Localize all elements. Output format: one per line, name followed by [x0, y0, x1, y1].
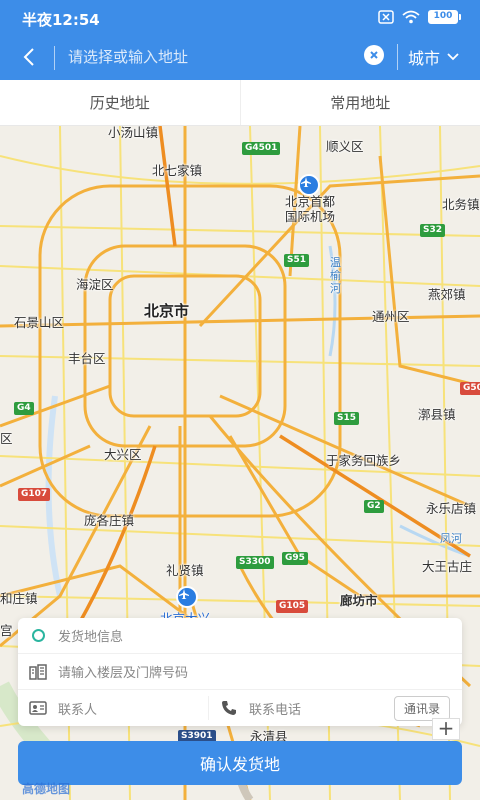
airplane-icon [301, 177, 311, 187]
map-label-lixian: 礼贤镇 [166, 563, 204, 578]
origin-label: 发货地信息 [58, 630, 124, 645]
origin-info-card: 发货地信息 请输入楼层及门牌号码 联系人 联系电话 通讯录 [18, 618, 462, 726]
map-label-shijingshan: 石景山区 [14, 315, 65, 330]
road-shield-g4: G4 [14, 402, 34, 415]
map-label-yanjiao: 燕郊镇 [428, 287, 466, 302]
floor-input-row[interactable]: 请输入楼层及门牌号码 [18, 654, 462, 690]
floor-input-placeholder: 请输入楼层及门牌号码 [58, 666, 189, 681]
origin-info-row[interactable]: 发货地信息 [18, 618, 462, 654]
map-label-beiqijia: 北七家镇 [152, 163, 203, 178]
map-label-panggezhuang: 庞各庄镇 [84, 513, 135, 528]
address-search-input[interactable] [68, 42, 358, 72]
close-icon [370, 51, 378, 59]
map-label-huoxian: 漷县镇 [418, 407, 456, 422]
airport-daxing-pin[interactable] [176, 586, 198, 608]
clear-search-button[interactable] [364, 45, 384, 65]
map-label-fenghe: 凤河 [440, 532, 462, 545]
road-shield-g107: G107 [18, 488, 51, 501]
road-shield-g105: G105 [276, 600, 309, 613]
road-shield-s3300: S3300 [236, 556, 274, 569]
contact-row: 联系人 联系电话 通讯录 [18, 690, 462, 726]
map-label-tongzhou: 通州区 [372, 309, 410, 324]
map-label-xiaotangshan: 小汤山镇 [108, 126, 159, 140]
status-time: 半夜12:54 [22, 11, 100, 29]
map-label-langfang: 廊坊市 [340, 593, 378, 608]
map-label-edge-gong: 宫 [0, 623, 13, 638]
address-tabs: 历史地址 常用地址 [0, 80, 480, 126]
tab-frequent[interactable]: 常用地址 [239, 80, 480, 125]
road-shield-s51: S51 [284, 254, 310, 267]
map-label-beiwu: 北务镇 [442, 197, 480, 212]
road-shield-g4501: G4501 [242, 142, 281, 155]
airport-capital-pin[interactable] [298, 174, 320, 196]
origin-ring-icon [18, 629, 58, 642]
signal-x-icon [378, 10, 394, 24]
header-divider [54, 46, 55, 70]
chevron-down-icon [447, 53, 459, 61]
app-header: 半夜12:54 100 城 [0, 0, 480, 80]
search-row: 城市 [0, 36, 480, 80]
map-label-hezhuang: 和庄镇 [0, 591, 38, 606]
tab-history[interactable]: 历史地址 [0, 80, 240, 125]
contact-name-placeholder: 联系人 [58, 702, 98, 718]
map-label-yongledian: 永乐店镇 [426, 501, 477, 516]
map-label-airport: 北京首都国际机场 [284, 194, 335, 224]
back-button[interactable] [14, 42, 44, 72]
contact-phone-field[interactable]: 联系电话 通讯录 [208, 695, 462, 721]
status-icons: 100 [378, 10, 461, 24]
road-shield-s32: S32 [420, 224, 446, 237]
road-shield-g50: G50 [460, 382, 480, 395]
map-label-shunyi: 顺义区 [326, 139, 364, 154]
amap-logo: 高德地图 [22, 782, 71, 796]
airplane-icon [179, 589, 189, 599]
city-label: 城市 [408, 49, 441, 68]
road-shield-g2: G2 [364, 500, 384, 513]
city-selector[interactable]: 城市 [408, 45, 460, 69]
map-label-yujiawu: 于家务回族乡 [326, 453, 402, 468]
map-label-haidian: 海淀区 [76, 277, 114, 292]
contact-name-field[interactable]: 联系人 [18, 699, 208, 718]
map-label-dawanggu: 大王古庄 [422, 559, 473, 574]
header-divider-2 [397, 44, 398, 70]
map-label-wenyu-river: 温榆河 [330, 256, 341, 295]
map-label-beijing: 北京市 [144, 302, 190, 320]
road-shield-s15: S15 [334, 412, 360, 425]
contact-card-icon [18, 701, 58, 715]
wifi-icon [402, 10, 420, 24]
chevron-left-icon [23, 48, 34, 66]
contact-phone-placeholder: 联系电话 [249, 702, 302, 718]
battery-icon: 100 [428, 10, 461, 24]
status-bar: 半夜12:54 100 [0, 0, 480, 36]
zoom-in-button[interactable]: + [432, 718, 460, 740]
building-icon [18, 663, 58, 680]
map-label-daxing: 大兴区 [104, 447, 142, 462]
confirm-origin-button[interactable]: 确认发货地 [18, 741, 462, 785]
phone-icon [209, 700, 249, 716]
map-label-edge-district: 区 [0, 431, 13, 446]
map-label-fengtai: 丰台区 [68, 351, 106, 366]
road-shield-g95: G95 [282, 552, 308, 565]
